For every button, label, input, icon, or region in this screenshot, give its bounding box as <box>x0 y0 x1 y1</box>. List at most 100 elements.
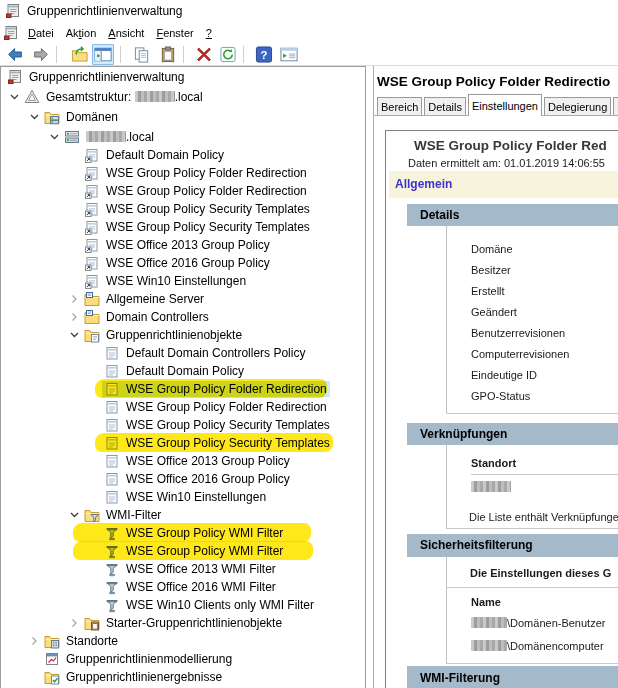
tree-item[interactable]: WSE Win10 Clients only WMI Filter <box>1 596 365 614</box>
new-window-button[interactable] <box>280 46 298 63</box>
gpo-icon <box>104 435 120 451</box>
tree-item-label: Default Domain Policy <box>125 363 247 379</box>
menu-fenster[interactable]: Fenster <box>156 27 193 39</box>
section-verknuepfungen[interactable]: Verknüpfungen <box>407 423 618 445</box>
chevron-expanded-icon[interactable] <box>46 129 62 145</box>
tab-details[interactable]: Details <box>424 97 466 116</box>
back-button[interactable] <box>6 46 24 63</box>
tree-item[interactable]: Standorte <box>1 632 365 650</box>
menu-ansicht[interactable]: Ansicht <box>108 27 144 39</box>
forward-button[interactable] <box>32 46 50 63</box>
security-table: Die Einstellungen dieses G Name \Domänen… <box>446 557 618 664</box>
tree-item-label: WSE Group Policy Security Templates <box>105 201 313 217</box>
tree-item[interactable]: Gruppenrichtlinienobjekte <box>1 326 365 344</box>
tab-bereich[interactable]: Bereich <box>377 97 422 116</box>
chevron-expanded-icon[interactable] <box>66 507 82 523</box>
chevron-collapsed-icon[interactable] <box>66 309 82 325</box>
tree-item[interactable]: WSE Group Policy Security Templates <box>1 434 365 452</box>
gpo-folder-icon <box>84 327 100 343</box>
tree-item[interactable]: WSE Win10 Einstellungen <box>1 488 365 506</box>
chevron-expanded-icon[interactable] <box>26 109 42 125</box>
tab-delegierung[interactable]: Delegierung <box>544 97 611 116</box>
tree-item[interactable]: Domänen <box>1 107 365 127</box>
paste-button[interactable] <box>159 46 177 63</box>
tree-item[interactable]: WSE Office 2016 WMI Filter <box>1 578 365 596</box>
tree-item[interactable]: WSE Group Policy Security Templates <box>1 218 365 236</box>
console-tree-pane: GruppenrichtlinienverwaltungGesamtstrukt… <box>0 66 366 688</box>
section-allgemein[interactable]: Allgemein <box>389 171 618 198</box>
tree-item[interactable]: Domain Controllers <box>1 308 365 326</box>
window-title: Gruppenrichtlinienverwaltung <box>27 4 182 18</box>
delete-button[interactable] <box>195 46 213 63</box>
tree-item[interactable]: Gruppenrichtlinienmodellierung <box>1 650 365 668</box>
section-details[interactable]: Details <box>407 204 618 226</box>
section-sicherheitsfilterung[interactable]: Sicherheitsfilterung <box>407 534 618 557</box>
tree-item[interactable]: WSE Group Policy Security Templates <box>1 416 365 434</box>
tree-item-label: Gruppenrichtlinienergebnisse <box>65 669 225 685</box>
tree-item[interactable]: WSE Group Policy Folder Redirection <box>1 182 365 200</box>
redacted-text <box>86 131 126 142</box>
tree-item-label: WSE Office 2013 Group Policy <box>125 453 293 469</box>
menu-aktion[interactable]: Aktion <box>66 27 97 39</box>
gpo-icon <box>104 381 120 397</box>
tree-item-label: Default Domain Controllers Policy <box>125 345 308 361</box>
chevron-collapsed-icon[interactable] <box>66 615 82 631</box>
chevron-expanded-icon[interactable] <box>66 327 82 343</box>
tree-item-label: WMI-Filter <box>105 507 164 523</box>
tree-item[interactable]: WSE Group Policy Security Templates <box>1 200 365 218</box>
show-console-tree-button[interactable] <box>92 44 114 65</box>
gpo-link-icon <box>84 201 100 217</box>
tree-item[interactable]: WSE Office 2016 Group Policy <box>1 254 365 272</box>
tree-item[interactable]: WSE Group Policy Folder Redirection <box>1 164 365 182</box>
copy-button[interactable] <box>133 46 151 63</box>
tab-status[interactable]: Status <box>613 97 618 116</box>
tree-item[interactable]: Default Domain Controllers Policy <box>1 344 365 362</box>
tree-item[interactable]: Gruppenrichtlinienergebnisse <box>1 668 365 686</box>
tree-item[interactable]: Default Domain Policy <box>1 146 365 164</box>
tree-item-label: WSE Group Policy WMI Filter <box>125 525 286 541</box>
tree-item[interactable]: WSE Group Policy WMI Filter <box>1 542 365 560</box>
tree-item[interactable]: WSE Office 2013 Group Policy <box>1 236 365 254</box>
tree-item-label: WSE Office 2016 Group Policy <box>105 255 273 271</box>
tree-item[interactable]: Starter-Gruppenrichtlinienobjekte <box>1 614 365 632</box>
menu-?[interactable]: ? <box>206 27 212 39</box>
refresh-button[interactable] <box>219 46 237 63</box>
gpo-link-icon <box>84 237 100 253</box>
tree-item-label: Default Domain Policy <box>105 147 227 163</box>
tree-item[interactable]: WSE Win10 Einstellungen <box>1 272 365 290</box>
tree-item-label: Domain Controllers <box>105 309 212 325</box>
tree-item-forest[interactable]: Gesamtstruktur: .local <box>1 87 365 107</box>
up-one-level-button[interactable] <box>71 46 89 63</box>
tree-item[interactable]: WSE Office 2016 Group Policy <box>1 470 365 488</box>
tree-item-label: WSE Group Policy Security Templates <box>105 219 313 235</box>
tree-item-domain[interactable]: .local <box>1 127 365 146</box>
details-row: Computerrevisionen <box>447 344 618 365</box>
tree-item[interactable]: Gruppenrichtlinienverwaltung <box>1 67 365 87</box>
detail-pane: WSE Group Policy Folder Redirectio Berei… <box>373 66 618 688</box>
chevron-expanded-icon[interactable] <box>6 89 22 105</box>
tree-item[interactable]: Default Domain Policy <box>1 362 365 380</box>
tab-einstellungen[interactable]: Einstellungen <box>468 94 542 116</box>
details-row: Besitzer <box>447 260 618 281</box>
tree-item[interactable]: WSE Group Policy WMI Filter <box>1 524 365 542</box>
tree-item[interactable]: WSE Group Policy Folder Redirection <box>1 398 365 416</box>
links-value <box>447 475 618 497</box>
tree-item-label: WSE Office 2016 Group Policy <box>125 471 293 487</box>
tree-item-label: Starter-Gruppenrichtlinienobjekte <box>105 615 285 631</box>
tree-item[interactable]: WSE Office 2013 Group Policy <box>1 452 365 470</box>
tree-item-label: WSE Group Policy Folder Redirection <box>125 399 330 415</box>
tree-item[interactable]: Allgemeine Server <box>1 290 365 308</box>
gpo-icon <box>104 399 120 415</box>
gpo-link-icon <box>84 147 100 163</box>
section-wmi-filterung[interactable]: WMI-Filterung <box>407 666 618 688</box>
wmi-icon <box>104 597 120 613</box>
chevron-collapsed-icon[interactable] <box>26 633 42 649</box>
gpo-link-icon <box>84 255 100 271</box>
tree-item[interactable]: WMI-Filter <box>1 506 365 524</box>
help-button[interactable]: ? <box>255 46 273 63</box>
menu-datei[interactable]: Datei <box>28 27 54 39</box>
tree-item[interactable]: WSE Office 2013 WMI Filter <box>1 560 365 578</box>
details-row: Benutzerrevisionen <box>447 323 618 344</box>
chevron-collapsed-icon[interactable] <box>66 291 82 307</box>
tree-item[interactable]: WSE Group Policy Folder Redirection <box>1 380 365 398</box>
